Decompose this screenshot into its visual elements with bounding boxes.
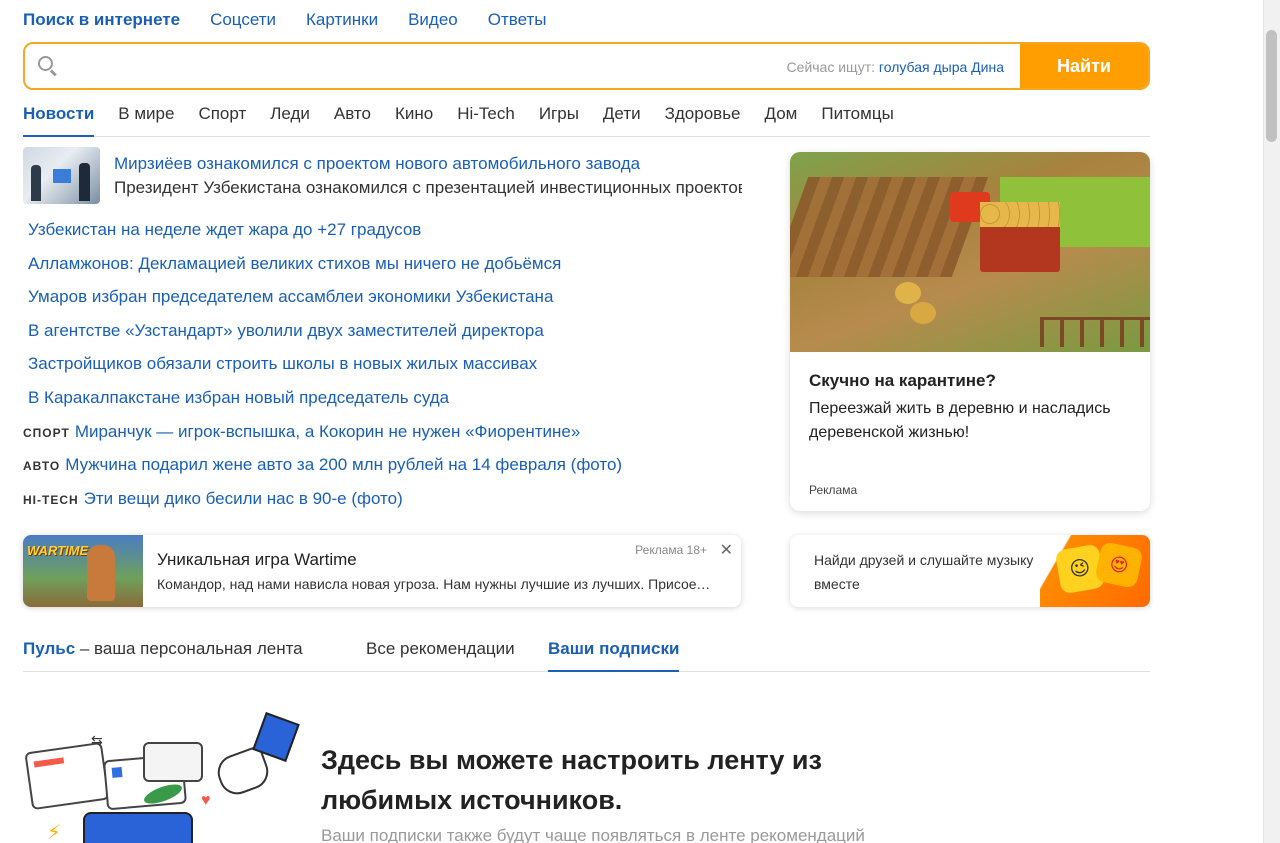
pulse-label: Пульс — [23, 639, 76, 658]
search-button[interactable]: Найти — [1020, 44, 1148, 88]
subscriptions-promo-title: Здесь вы можете настроить ленту из любим… — [321, 745, 822, 815]
lead-story-subtitle: Президент Узбекистана ознакомился с през… — [114, 178, 742, 197]
news-item[interactable]: СПОРТ Миранчук — игрок-вспышка, а Кокорин… — [23, 422, 763, 456]
lead-story-thumbnail[interactable] — [23, 147, 100, 204]
wartime-ad[interactable]: WARTIME Уникальная игра Wartime Командор… — [23, 535, 741, 607]
news-tag-auto[interactable]: АВТО — [23, 459, 60, 473]
news-link[interactable]: Застройщиков обязали строить школы в нов… — [28, 354, 537, 373]
news-tag-sport[interactable]: СПОРТ — [23, 426, 70, 440]
nav-images[interactable]: Картинки — [306, 10, 378, 30]
top-navigation: Поиск в интернете Соцсети Картинки Видео… — [23, 10, 547, 30]
friends-promo-text: Найди друзей и слушайте музыку вместе — [814, 552, 1034, 592]
news-item[interactable]: В Каракалпакстане избран новый председат… — [23, 388, 763, 422]
wartime-ad-image[interactable]: WARTIME — [23, 535, 143, 607]
trending-query: Сейчас ищут: голубая дыра Дина — [787, 59, 1004, 75]
news-item[interactable]: В агентстве «Узстандарт» уволили двух за… — [23, 321, 763, 355]
news-link[interactable]: Миранчук — игрок-вспышка, а Кокорин не н… — [75, 422, 580, 441]
news-link[interactable]: Алламжонов: Декламацией великих стихов м… — [28, 254, 561, 273]
wartime-ad-text: Командор, над нами нависла новая угроза.… — [157, 576, 717, 592]
subscriptions-illustration: ♥ ⚡ ⇆ — [23, 712, 303, 843]
tab-hitech[interactable]: Hi-Tech — [457, 104, 515, 136]
news-link[interactable]: В агентстве «Узстандарт» уволили двух за… — [28, 321, 544, 340]
emoji-faces-icon: 😉 😍 — [1040, 535, 1150, 607]
farm-game-ad-image[interactable] — [790, 152, 1150, 352]
tab-auto[interactable]: Авто — [334, 104, 371, 136]
wartime-ad-label: Реклама 18+ — [635, 543, 707, 557]
nav-web-search[interactable]: Поиск в интернете — [23, 10, 180, 30]
search-input[interactable]: Сейчас ищут: голубая дыра Дина — [25, 44, 1020, 88]
news-list: Узбекистан на неделе ждет жара до +27 гр… — [23, 220, 763, 522]
ad-label: Реклама — [809, 483, 858, 497]
lightning-icon: ⚡ — [47, 822, 62, 843]
news-item[interactable]: Умаров избран председателем ассамблеи эк… — [23, 287, 763, 321]
news-item[interactable]: HI-TECH Эти вещи дико бесили нас в 90-е (… — [23, 489, 763, 523]
nav-social[interactable]: Соцсети — [210, 10, 276, 30]
wartime-ad-title[interactable]: Уникальная игра Wartime — [157, 550, 357, 570]
tab-kids[interactable]: Дети — [603, 104, 641, 136]
farm-game-ad[interactable]: Скучно на карантине? Переезжай жить в де… — [790, 152, 1150, 511]
news-tag-hitech[interactable]: HI-TECH — [23, 493, 79, 507]
tab-health[interactable]: Здоровье — [665, 104, 741, 136]
news-item[interactable]: АВТО Мужчина подарил жене авто за 200 млн… — [23, 455, 763, 489]
lead-story[interactable]: Мирзиёев ознакомился с проектом нового а… — [23, 147, 743, 207]
tab-lady[interactable]: Леди — [270, 104, 310, 136]
tab-cinema[interactable]: Кино — [395, 104, 433, 136]
news-categories: Новости В мире Спорт Леди Авто Кино Hi-T… — [23, 104, 1150, 137]
lead-story-title[interactable]: Мирзиёев ознакомился с проектом нового а… — [114, 154, 640, 174]
search-icon — [37, 55, 59, 77]
tab-world[interactable]: В мире — [118, 104, 174, 136]
nav-answers[interactable]: Ответы — [488, 10, 547, 30]
news-link[interactable]: Умаров избран председателем ассамблеи эк… — [28, 287, 553, 306]
news-item[interactable]: Узбекистан на неделе ждет жара до +27 гр… — [23, 220, 763, 254]
subscriptions-promo-subtitle: Ваши подписки также будут чаще появлятьс… — [321, 826, 865, 843]
news-link[interactable]: Эти вещи дико бесили нас в 90-е (фото) — [84, 489, 403, 508]
tab-pets[interactable]: Питомцы — [821, 104, 893, 136]
pulse-description: – ваша персональная лента — [75, 639, 303, 658]
news-link[interactable]: В Каракалпакстане избран новый председат… — [28, 388, 449, 407]
ad-title[interactable]: Скучно на карантине? — [809, 371, 996, 391]
scrollbar-thumb[interactable] — [1266, 30, 1277, 142]
tab-home[interactable]: Дом — [765, 104, 798, 136]
trending-label: Сейчас ищут: — [786, 59, 876, 75]
tab-games[interactable]: Игры — [539, 104, 579, 136]
tab-all-recommendations[interactable]: Все рекомендации — [366, 639, 515, 659]
news-link[interactable]: Узбекистан на неделе ждет жара до +27 гр… — [28, 220, 421, 239]
nav-video[interactable]: Видео — [408, 10, 458, 30]
tab-news[interactable]: Новости — [23, 104, 95, 137]
feed-tabs: Пульс – ваша персональная лента Все реко… — [23, 636, 1150, 672]
page-scrollbar[interactable] — [1263, 0, 1280, 843]
news-link[interactable]: Мужчина подарил жене авто за 200 млн руб… — [65, 455, 622, 474]
tab-sport[interactable]: Спорт — [198, 104, 246, 136]
news-item[interactable]: Застройщиков обязали строить школы в нов… — [23, 354, 763, 388]
friends-music-promo[interactable]: Найди друзей и слушайте музыку вместе 😉 😍 — [790, 535, 1150, 607]
trending-query-link[interactable]: голубая дыра Дина — [879, 59, 1004, 75]
tab-pulse[interactable]: Пульс – ваша персональная лента — [23, 639, 303, 659]
news-item[interactable]: Алламжонов: Декламацией великих стихов м… — [23, 254, 763, 288]
tab-subscriptions[interactable]: Ваши подписки — [548, 639, 680, 672]
ad-text: Переезжай жить в деревню и насладись дер… — [809, 400, 1111, 441]
wartime-logo: WARTIME — [27, 543, 89, 558]
search-bar: Сейчас ищут: голубая дыра Дина Найти — [23, 42, 1150, 90]
close-icon[interactable]: ✕ — [720, 540, 733, 560]
